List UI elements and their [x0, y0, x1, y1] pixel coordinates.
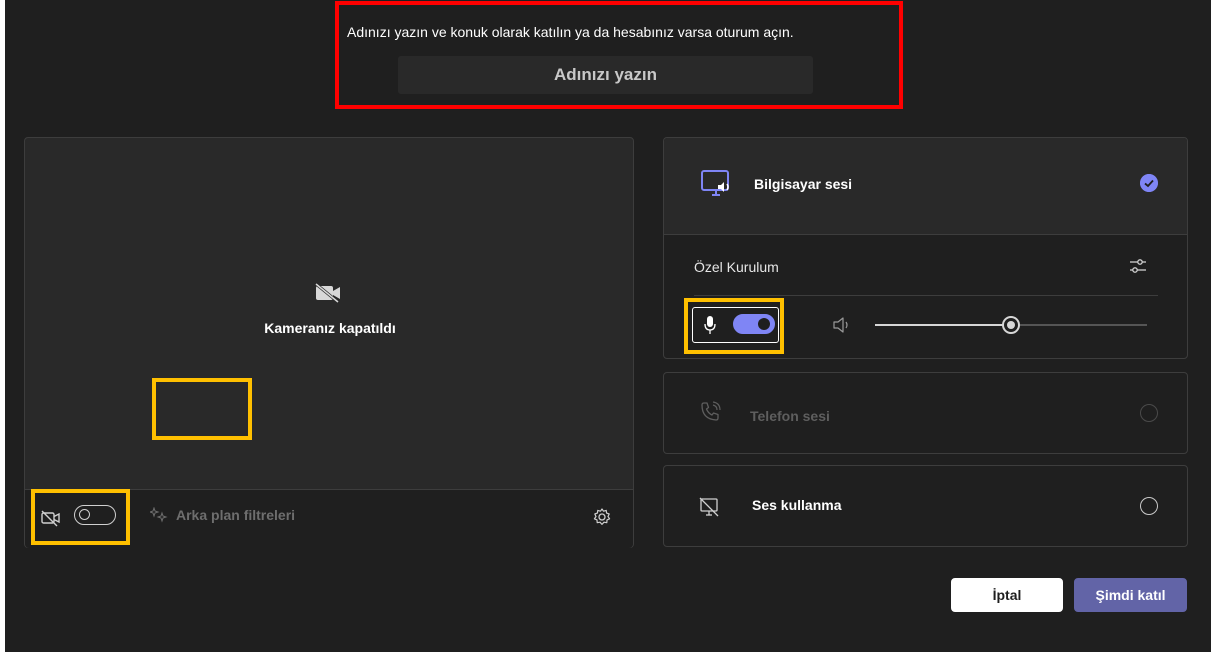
highlight-box-yellow [684, 298, 784, 354]
monitor-speaker-icon [701, 170, 729, 196]
speaker-volume-thumb[interactable] [1002, 316, 1020, 334]
phone-audio-radio [1140, 404, 1158, 422]
divider [694, 295, 1158, 296]
sparkle-filter-icon [150, 507, 168, 523]
join-now-button[interactable]: Şimdi katıl [1074, 578, 1187, 612]
video-preview-panel [24, 137, 634, 548]
monitor-off-icon [699, 497, 719, 517]
gear-icon[interactable] [592, 507, 612, 527]
camera-off-icon [315, 282, 340, 304]
no-audio-radio[interactable] [1140, 497, 1158, 515]
custom-setup-label: Özel Kurulum [694, 259, 779, 275]
phone-audio-card [663, 372, 1188, 454]
sliders-icon[interactable] [1128, 256, 1148, 276]
no-audio-card[interactable] [663, 465, 1188, 547]
no-audio-label: Ses kullanma [752, 497, 842, 513]
highlight-box-yellow [152, 378, 252, 440]
highlight-box-red [335, 1, 903, 109]
camera-off-message: Kameranız kapatıldı [264, 320, 396, 336]
computer-audio-header[interactable] [664, 138, 1187, 235]
speaker-icon [833, 317, 848, 333]
background-filters-label: Arka plan filtreleri [176, 507, 296, 523]
speaker-volume-fill [875, 324, 1011, 326]
checkmark-circle-icon [1140, 174, 1158, 192]
background-filters-button[interactable]: Arka plan filtreleri [150, 507, 295, 523]
phone-audio-label: Telefon sesi [750, 408, 830, 424]
cancel-button[interactable]: İptal [951, 578, 1063, 612]
highlight-box-yellow [31, 489, 130, 545]
phone-icon [701, 401, 721, 421]
computer-audio-label: Bilgisayar sesi [754, 176, 853, 192]
